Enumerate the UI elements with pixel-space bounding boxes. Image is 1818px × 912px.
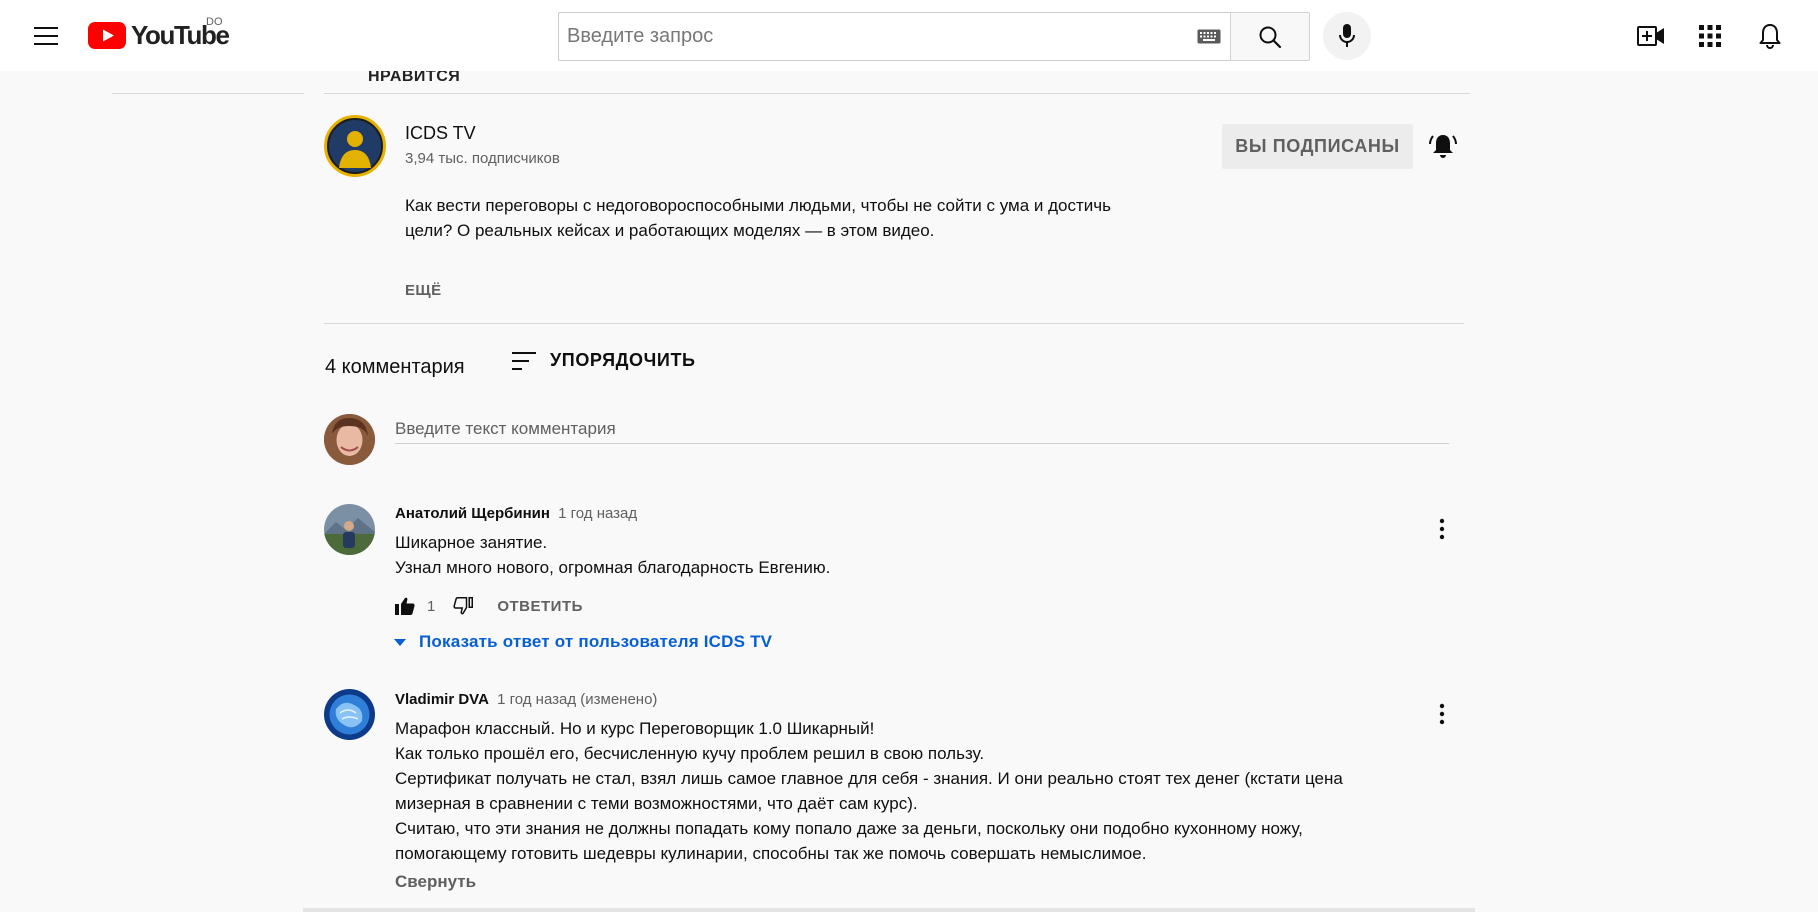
video-description: Как вести переговоры с недоговороспособн… bbox=[405, 193, 1175, 243]
bottom-divider bbox=[303, 908, 1475, 912]
comment-more-actions-icon[interactable] bbox=[1428, 700, 1456, 728]
comment-line: помогающему готовить шедевры кулинарии, … bbox=[395, 844, 1147, 863]
current-user-avatar bbox=[324, 414, 375, 465]
comment-more-actions-icon[interactable] bbox=[1428, 515, 1456, 543]
subscriber-count: 3,94 тыс. подписчиков bbox=[405, 150, 560, 167]
comment-text: Марафон классный. Но и курс Переговорщик… bbox=[395, 716, 1395, 866]
like-count: 1 bbox=[427, 597, 436, 615]
apps-grid-icon[interactable] bbox=[1694, 20, 1726, 52]
search-input[interactable] bbox=[567, 25, 1188, 48]
channel-avatar-image bbox=[329, 120, 381, 172]
comment-header: Анатолий Щербинин 1 год назад bbox=[395, 505, 637, 522]
comment-author-avatar[interactable] bbox=[324, 504, 375, 555]
notifications-bell-icon[interactable] bbox=[1754, 20, 1786, 52]
comment-author[interactable]: Анатолий Щербинин bbox=[395, 505, 550, 522]
search-box bbox=[558, 12, 1230, 61]
country-code: DO bbox=[206, 16, 223, 28]
show-more-button[interactable]: ЕЩЁ bbox=[405, 282, 442, 299]
search-bar bbox=[558, 12, 1310, 61]
caret-down-icon bbox=[394, 638, 406, 646]
reply-button[interactable]: ОТВЕТИТЬ bbox=[497, 598, 583, 615]
voice-search-button[interactable] bbox=[1323, 12, 1371, 60]
comment-time[interactable]: 1 год назад bbox=[558, 505, 637, 522]
comment-text: Шикарное занятие. Узнал много нового, ог… bbox=[395, 530, 1395, 580]
sort-icon bbox=[512, 351, 536, 370]
channel-avatar[interactable] bbox=[324, 115, 386, 177]
thumbs-down-icon[interactable] bbox=[453, 597, 474, 615]
comment-line: Марафон классный. Но и курс Переговорщик… bbox=[395, 719, 875, 738]
show-replies-label: Показать ответ от пользователя ICDS TV bbox=[419, 632, 773, 651]
comment-line: Узнал много нового, огромная благодарнос… bbox=[395, 558, 831, 577]
thumbs-up-icon[interactable] bbox=[395, 597, 415, 615]
collapse-comment-button[interactable]: Свернуть bbox=[395, 872, 476, 892]
comment-line: мизерная в сравнении с теми возможностям… bbox=[395, 794, 918, 813]
subscribed-button[interactable]: ВЫ ПОДПИСАНЫ bbox=[1222, 124, 1413, 169]
comment-time[interactable]: 1 год назад (изменено) bbox=[497, 691, 657, 708]
comment-actions: 1 ОТВЕТИТЬ bbox=[395, 597, 583, 615]
keyboard-icon[interactable] bbox=[1188, 13, 1230, 60]
scrolled-under-content: НРАВИТСЯ bbox=[0, 70, 1818, 100]
search-icon bbox=[1259, 26, 1282, 48]
channel-notification-bell-icon[interactable] bbox=[1427, 130, 1459, 162]
divider bbox=[324, 323, 1464, 324]
comment-author-avatar[interactable] bbox=[324, 689, 375, 740]
masthead: YouTube DO bbox=[0, 0, 1818, 71]
youtube-play-icon bbox=[88, 22, 126, 49]
comment-line: Как только прошёл его, бесчисленную кучу… bbox=[395, 744, 985, 763]
comment-line: Шикарное занятие. bbox=[395, 533, 548, 552]
description-line: Как вести переговоры с недоговороспособн… bbox=[405, 196, 1111, 215]
comment-line: Сертификат получать не стал, взял лишь с… bbox=[395, 769, 1343, 788]
sort-label: УПОРЯДОЧИТЬ bbox=[550, 350, 696, 370]
comment-count: 4 комментария bbox=[325, 356, 465, 378]
sort-comments-button[interactable]: УПОРЯДОЧИТЬ bbox=[512, 350, 696, 371]
youtube-logo[interactable]: YouTube DO bbox=[88, 16, 230, 51]
channel-name[interactable]: ICDS TV bbox=[405, 123, 476, 144]
comment-line: Считаю, что эти знания не должны попадат… bbox=[395, 819, 1303, 838]
microphone-icon bbox=[1339, 24, 1355, 47]
show-replies-button[interactable]: Показать ответ от пользователя ICDS TV bbox=[393, 632, 772, 652]
menu-icon[interactable] bbox=[30, 20, 62, 52]
like-label: НРАВИТСЯ bbox=[368, 70, 461, 85]
create-video-icon[interactable] bbox=[1634, 20, 1668, 52]
comment-header: Vladimir DVA 1 год назад (изменено) bbox=[395, 691, 657, 708]
comment-author[interactable]: Vladimir DVA bbox=[395, 691, 489, 708]
comment-input[interactable] bbox=[395, 414, 1449, 444]
search-button[interactable] bbox=[1230, 12, 1310, 61]
description-line: цели? О реальных кейсах и работающих мод… bbox=[405, 221, 935, 240]
